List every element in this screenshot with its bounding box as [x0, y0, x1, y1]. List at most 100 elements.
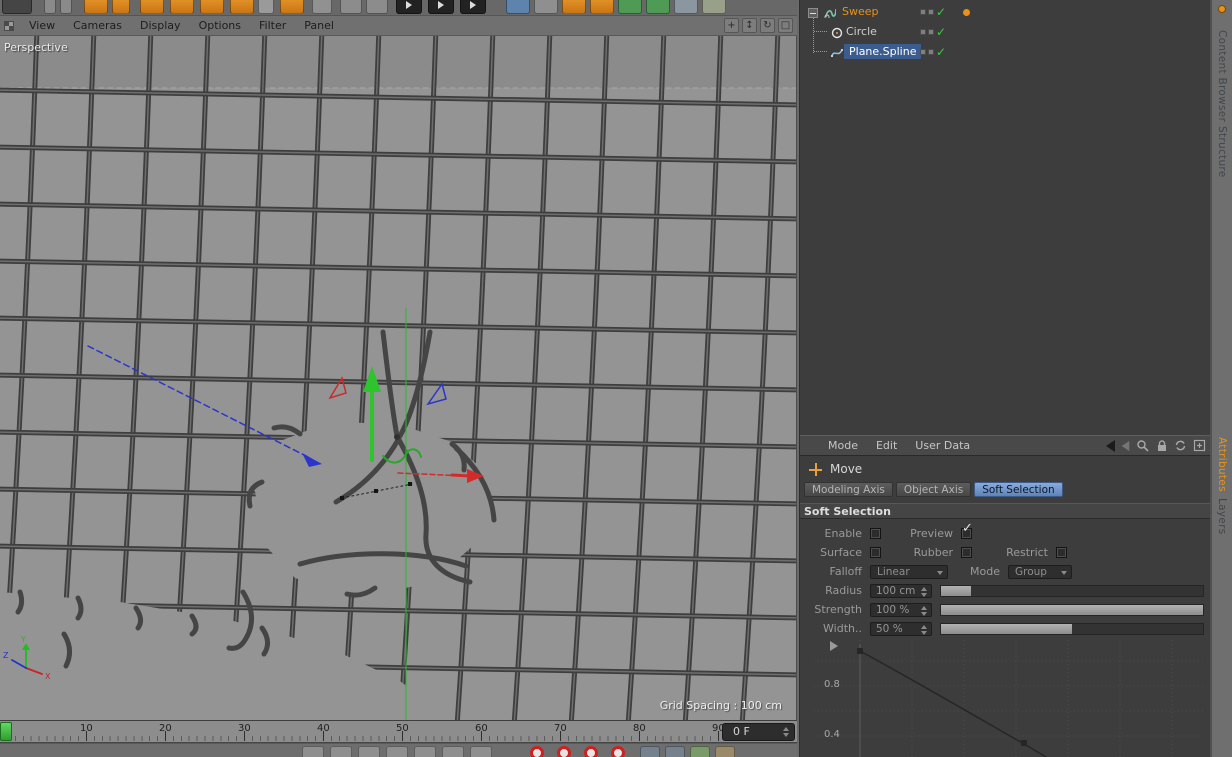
menu-edit[interactable]: Edit — [876, 439, 897, 452]
menu-mode[interactable]: Mode — [828, 439, 858, 452]
rubber-checkbox[interactable] — [961, 547, 972, 558]
panel-icon[interactable] — [470, 746, 492, 757]
timeline-ruler[interactable]: 0 10 20 30 40 50 60 70 80 90 0 F — [0, 720, 797, 743]
surface-checkbox[interactable] — [870, 547, 881, 558]
tab-modeling-axis[interactable]: Modeling Axis — [804, 482, 893, 497]
record-parameter-icon[interactable] — [611, 746, 625, 757]
panel-icon[interactable] — [330, 746, 352, 757]
snap-icon[interactable] — [60, 0, 72, 14]
tab-content-browser[interactable]: Content Browser — [1216, 30, 1228, 122]
panel-icon[interactable] — [414, 746, 436, 757]
rotate-tool-icon[interactable] — [230, 0, 254, 14]
solo-icon[interactable] — [690, 746, 710, 757]
strength-slider[interactable] — [940, 603, 1204, 616]
render-visibility-toggle[interactable] — [928, 9, 934, 15]
enabled-check-icon[interactable]: ✓ — [936, 5, 946, 19]
radius-slider[interactable] — [940, 584, 1204, 597]
menu-display[interactable]: Display — [131, 19, 190, 32]
preview-checkbox[interactable]: ✓ — [961, 521, 973, 539]
scale-tool-icon[interactable] — [200, 0, 224, 14]
timeline-playhead[interactable] — [0, 722, 12, 741]
render-visibility-toggle[interactable] — [928, 29, 934, 35]
tab-object-axis[interactable]: Object Axis — [895, 482, 972, 497]
curve-point[interactable] — [1021, 740, 1027, 746]
current-frame-field[interactable]: 0 F — [722, 723, 795, 741]
coord-system-icon[interactable] — [366, 0, 388, 14]
last-tool-icon[interactable] — [258, 0, 274, 14]
menu-view[interactable]: View — [20, 19, 64, 32]
menu-user-data[interactable]: User Data — [915, 439, 970, 452]
lock-x-icon[interactable] — [312, 0, 332, 14]
tab-attributes[interactable]: Attributes — [1216, 437, 1228, 492]
history-back-icon[interactable] — [1106, 439, 1115, 452]
material-icon[interactable] — [506, 0, 530, 14]
lock-icon[interactable] — [1155, 439, 1168, 452]
strength-field[interactable]: 100 % — [870, 602, 932, 617]
pointer-icon[interactable] — [44, 0, 56, 14]
perspective-viewport[interactable]: Y X Z Perspective Grid Spacing : 100 cm — [0, 36, 797, 720]
rotate-view-icon[interactable]: ↻ — [760, 18, 775, 33]
spinner-icon[interactable] — [921, 624, 928, 635]
radius-field[interactable]: 100 cm — [870, 583, 932, 598]
move-tool-icon[interactable] — [170, 0, 194, 14]
render-visibility-toggle[interactable] — [928, 49, 934, 55]
record-rotation-icon[interactable] — [584, 746, 598, 757]
nurbs-icon[interactable] — [618, 0, 642, 14]
falloff-curve-graph[interactable]: 0.8 0.4 — [800, 638, 1210, 757]
sync-icon[interactable] — [1174, 439, 1187, 452]
key-icon[interactable] — [715, 746, 735, 757]
object-row-sweep[interactable]: Sweep ✓ — [800, 2, 1210, 22]
menu-panel[interactable]: Panel — [295, 19, 343, 32]
editor-visibility-toggle[interactable] — [920, 29, 926, 35]
environment-icon[interactable] — [534, 0, 558, 14]
restrict-checkbox[interactable] — [1056, 547, 1067, 558]
tab-layers[interactable]: Layers — [1216, 498, 1228, 535]
section-header[interactable]: Soft Selection — [800, 503, 1210, 519]
enable-checkbox[interactable] — [870, 528, 881, 539]
graph-marker-icon[interactable] — [830, 641, 838, 651]
scene-icon[interactable] — [702, 0, 726, 14]
object-name[interactable]: Circle — [846, 25, 877, 38]
frame-spinner[interactable] — [783, 727, 790, 737]
object-manager[interactable]: Sweep ✓ Circle ✓ Plane.Spline ✓ — [800, 0, 1210, 435]
play-icon[interactable] — [665, 746, 685, 757]
render-picture-viewer-icon[interactable] — [428, 0, 454, 14]
expand-collapse-toggle[interactable] — [808, 8, 818, 18]
menu-options[interactable]: Options — [190, 19, 250, 32]
falloff-curve[interactable] — [859, 650, 1140, 757]
spinner-icon[interactable] — [921, 586, 928, 597]
pan-view-icon[interactable]: + — [724, 18, 739, 33]
panel-icon[interactable] — [302, 746, 324, 757]
width-slider[interactable] — [940, 622, 1204, 635]
autokey-icon[interactable] — [640, 746, 660, 757]
view-label[interactable]: Perspective — [4, 41, 68, 54]
object-row-circle[interactable]: Circle ✓ — [800, 22, 1210, 42]
redo-icon[interactable] — [112, 0, 130, 14]
spinner-icon[interactable] — [921, 605, 928, 616]
array-icon[interactable] — [646, 0, 670, 14]
enabled-check-icon[interactable]: ✓ — [936, 45, 946, 59]
editor-visibility-toggle[interactable] — [920, 49, 926, 55]
falloff-dropdown[interactable]: Linear — [870, 564, 948, 579]
object-row-plane-spline[interactable]: Plane.Spline ✓ — [800, 42, 1210, 62]
enabled-check-icon[interactable]: ✓ — [936, 25, 946, 39]
record-position-icon[interactable] — [530, 746, 544, 757]
record-scale-icon[interactable] — [557, 746, 571, 757]
layer-color-dot[interactable] — [963, 9, 970, 16]
menu-cameras[interactable]: Cameras — [64, 19, 131, 32]
primitive-cube-icon[interactable] — [562, 0, 586, 14]
viewport-canvas[interactable]: Y X Z — [0, 36, 797, 720]
history-forward-icon[interactable] — [1121, 440, 1130, 451]
editor-visibility-toggle[interactable] — [920, 9, 926, 15]
render-view-icon[interactable] — [396, 0, 422, 14]
search-icon[interactable] — [1136, 439, 1149, 452]
mode-dropdown[interactable]: Group — [1008, 564, 1072, 579]
zoom-view-icon[interactable]: ↕ — [742, 18, 757, 33]
undo-icon[interactable] — [84, 0, 108, 14]
new-panel-icon[interactable] — [1193, 439, 1206, 452]
lock-y-icon[interactable] — [340, 0, 362, 14]
panel-icon[interactable] — [358, 746, 380, 757]
width-field[interactable]: 50 % — [870, 621, 932, 636]
toggle-view-icon[interactable]: □ — [778, 18, 793, 33]
deformer-icon[interactable] — [674, 0, 698, 14]
